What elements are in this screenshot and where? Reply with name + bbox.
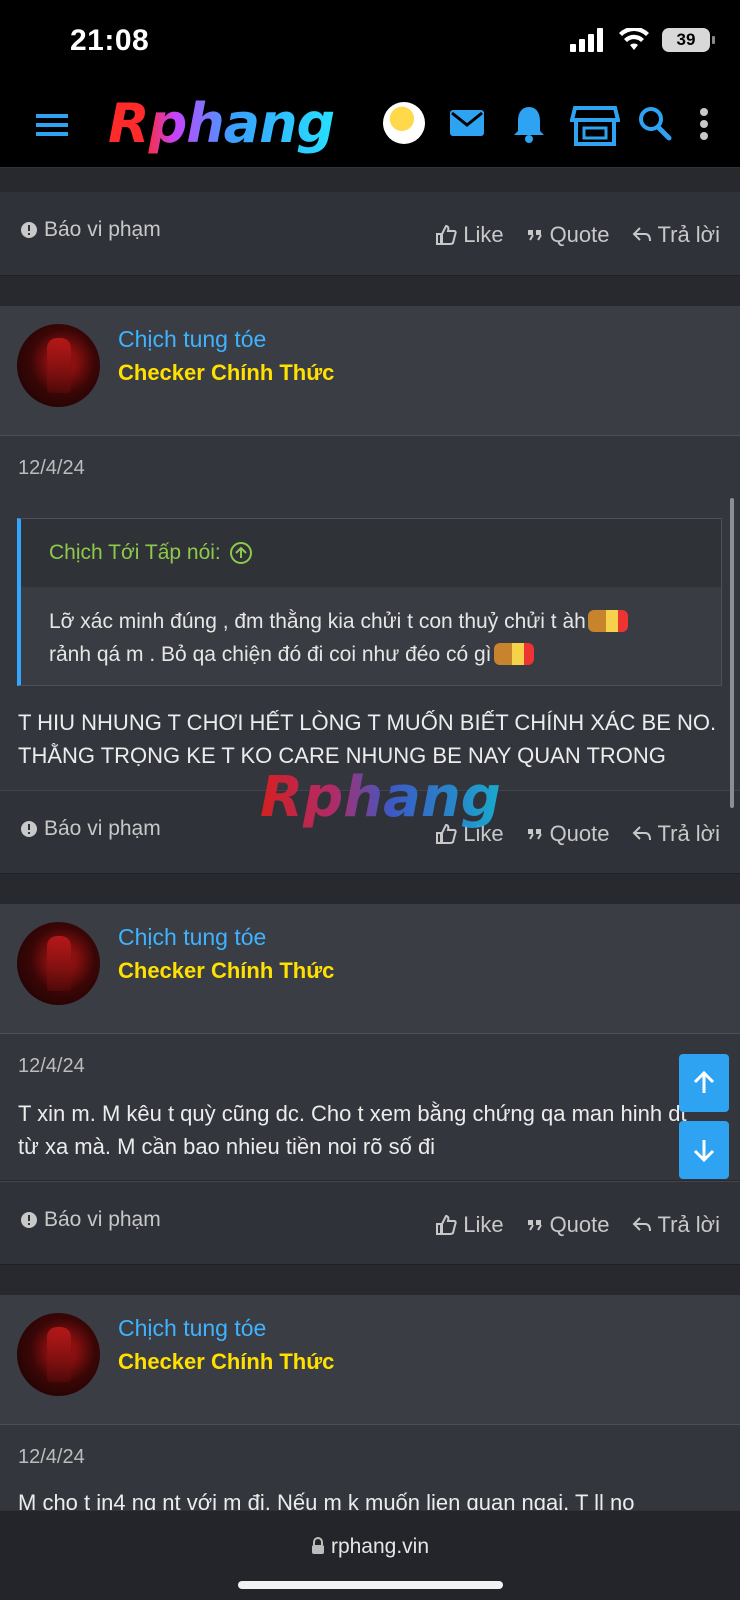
watermark-logo: Rphang bbox=[260, 765, 501, 830]
scroll-to-top-button[interactable] bbox=[679, 1054, 729, 1112]
top-navigation: Rphang bbox=[0, 84, 740, 168]
quote-block: Chịch Tới Tấp nói: Lỡ xác minh đúng , đm… bbox=[17, 518, 722, 686]
lock-icon bbox=[311, 1537, 324, 1554]
report-button[interactable]: Báo vi phạm bbox=[20, 817, 161, 841]
quote-icon bbox=[527, 1220, 542, 1231]
status-icons: 39 bbox=[570, 28, 715, 52]
like-label: Like bbox=[463, 1212, 504, 1237]
mail-icon[interactable] bbox=[448, 104, 486, 142]
quote-author: Chịch Tới Tấp nói: bbox=[49, 541, 221, 564]
alert-icon bbox=[21, 1212, 37, 1228]
post-header: Chịch tung tóe Checker Chính Thức bbox=[0, 306, 740, 436]
reply-button[interactable]: Trả lời bbox=[632, 821, 721, 847]
arrow-down-icon bbox=[693, 1140, 715, 1163]
reply-icon bbox=[632, 1217, 651, 1232]
thumbs-up-icon bbox=[436, 1214, 457, 1235]
post-footer: Báo vi phạm Like Quote Trả lời bbox=[0, 1181, 740, 1265]
quote-body: Lỡ xác minh đúng , đm thằng kia chửi t c… bbox=[21, 587, 721, 685]
arrow-up-icon bbox=[693, 1070, 715, 1093]
alert-icon bbox=[21, 222, 37, 238]
reply-label: Trả lời bbox=[657, 222, 721, 247]
search-icon[interactable] bbox=[636, 104, 674, 144]
quote-line: Lỡ xác minh đúng , đm thằng kia chửi t c… bbox=[49, 610, 586, 633]
quote-label: Quote bbox=[549, 1212, 610, 1237]
battery-level: 39 bbox=[676, 30, 696, 49]
bell-icon[interactable] bbox=[510, 104, 548, 144]
url-text: rphang.vin bbox=[330, 1535, 430, 1558]
reply-label: Trả lời bbox=[657, 821, 721, 846]
report-button[interactable]: Báo vi phạm bbox=[20, 1208, 161, 1232]
avatar[interactable] bbox=[17, 1313, 100, 1396]
reply-label: Trả lời bbox=[657, 1212, 721, 1237]
thumbs-up-icon bbox=[436, 224, 457, 245]
reply-icon bbox=[632, 826, 651, 841]
arrow-up-circle-icon[interactable] bbox=[229, 541, 253, 565]
battery-icon: 39 bbox=[662, 28, 715, 52]
report-label: Báo vi phạm bbox=[44, 817, 161, 840]
quote-line: rảnh qá m . Bỏ qa chiện đó đi coi như đé… bbox=[49, 643, 492, 666]
scroll-to-bottom-button[interactable] bbox=[679, 1121, 729, 1179]
wifi-icon bbox=[619, 28, 649, 50]
avatar[interactable] bbox=[17, 922, 100, 1005]
quote-label: Quote bbox=[549, 222, 610, 247]
like-button[interactable]: Like bbox=[435, 222, 504, 248]
signal-icon bbox=[570, 28, 603, 52]
username[interactable]: Chịch tung tóe bbox=[118, 326, 266, 353]
status-time: 21:08 bbox=[70, 24, 150, 57]
quote-label: Quote bbox=[549, 821, 610, 846]
post-header: Chịch tung tóe Checker Chính Thức bbox=[0, 1295, 740, 1425]
user-avatar[interactable] bbox=[383, 102, 425, 144]
status-bar: 21:08 39 bbox=[0, 0, 740, 84]
post-message: T HIU NHUNG T CHƠI HẾT LÒNG T MUỐN BIẾT … bbox=[18, 710, 717, 768]
url-display[interactable]: rphang.vin bbox=[0, 1535, 740, 1559]
post-date[interactable]: 12/4/24 bbox=[18, 1055, 85, 1078]
reply-icon bbox=[632, 227, 651, 242]
post-message: M cho t in4 ng nt với m đi. Nếu m k muốn… bbox=[18, 1490, 635, 1510]
post-actions: Like Quote Trả lời bbox=[435, 222, 720, 248]
user-title: Checker Chính Thức bbox=[118, 360, 335, 385]
reply-button[interactable]: Trả lời bbox=[632, 222, 721, 248]
reply-button[interactable]: Trả lời bbox=[632, 1212, 721, 1238]
username[interactable]: Chịch tung tóe bbox=[118, 924, 266, 951]
report-label: Báo vi phạm bbox=[44, 1208, 161, 1231]
site-logo[interactable]: Rphang bbox=[108, 92, 335, 155]
quote-button[interactable]: Quote bbox=[526, 821, 610, 847]
avatar[interactable] bbox=[17, 324, 100, 407]
report-button[interactable]: Báo vi phạm bbox=[20, 218, 161, 242]
report-label: Báo vi phạm bbox=[44, 218, 161, 241]
more-options-icon[interactable] bbox=[694, 104, 714, 144]
post-footer: Báo vi phạm Like Quote Trả lời bbox=[0, 192, 740, 276]
post-actions: Like Quote Trả lời bbox=[435, 1212, 720, 1238]
emoji-icon bbox=[587, 610, 628, 632]
like-button[interactable]: Like bbox=[435, 1212, 504, 1238]
quote-header[interactable]: Chịch Tới Tấp nói: bbox=[21, 519, 721, 587]
emoji-icon bbox=[493, 643, 534, 665]
post-date[interactable]: 12/4/24 bbox=[18, 457, 85, 480]
like-label: Like bbox=[463, 222, 504, 247]
browser-address-bar: rphang.vin bbox=[0, 1510, 740, 1600]
quote-button[interactable]: Quote bbox=[526, 1212, 610, 1238]
post-date[interactable]: 12/4/24 bbox=[18, 1446, 85, 1469]
post: Chịch tung tóe Checker Chính Thức bbox=[0, 1295, 740, 1510]
quote-icon bbox=[527, 829, 542, 840]
username[interactable]: Chịch tung tóe bbox=[118, 1315, 266, 1342]
quote-icon bbox=[527, 230, 542, 241]
home-indicator bbox=[238, 1581, 503, 1589]
post-header: Chịch tung tóe Checker Chính Thức bbox=[0, 904, 740, 1034]
quote-button[interactable]: Quote bbox=[526, 222, 610, 248]
user-title: Checker Chính Thức bbox=[118, 1349, 335, 1374]
hamburger-menu-icon[interactable] bbox=[34, 108, 70, 142]
scrollbar[interactable] bbox=[730, 498, 734, 808]
user-title: Checker Chính Thức bbox=[118, 958, 335, 983]
post-message: T xin m. M kêu t quỳ cũng dc. Cho t xem … bbox=[18, 1101, 687, 1159]
store-icon[interactable] bbox=[570, 104, 620, 146]
alert-icon bbox=[21, 821, 37, 837]
